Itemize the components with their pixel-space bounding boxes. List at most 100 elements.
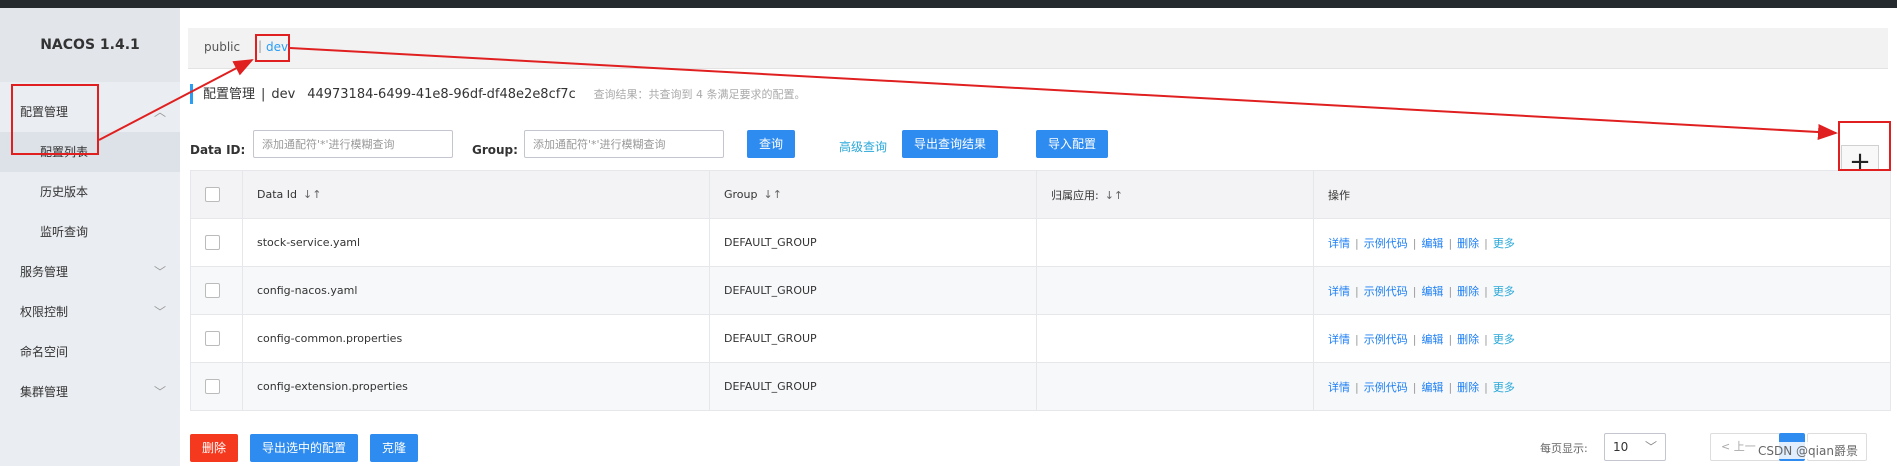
more-link[interactable]: 更多 bbox=[1493, 333, 1515, 346]
page-title-main: 配置管理 bbox=[203, 87, 256, 102]
row-select-cell bbox=[190, 314, 243, 363]
table-row: config-common.properties DEFAULT_GROUP 详… bbox=[190, 314, 1891, 363]
query-button[interactable]: 查询 bbox=[747, 130, 796, 158]
sidebar-group-service[interactable]: 服务管理 ﹀ bbox=[0, 252, 180, 292]
page-title: 配置管理 | dev 44973184-6499-41e8-96df-df48e2e… bbox=[190, 84, 806, 104]
delete-link[interactable]: 删除 bbox=[1457, 285, 1479, 298]
sidebar-item-namespace[interactable]: 命名空间 bbox=[0, 332, 180, 372]
sidebar-group-label: 权限控制 bbox=[20, 305, 69, 319]
row-checkbox[interactable] bbox=[205, 379, 220, 394]
page-title-namespace: dev bbox=[271, 87, 296, 102]
sidebar-group-cluster[interactable]: 集群管理 ﹀ bbox=[0, 372, 180, 412]
cell-app bbox=[1036, 314, 1314, 363]
sidebar-group-config[interactable]: 配置管理 ︿ bbox=[0, 92, 180, 132]
detail-link[interactable]: 详情 bbox=[1328, 381, 1350, 394]
cell-data-id: config-extension.properties bbox=[242, 362, 710, 411]
action-separator: | bbox=[1448, 284, 1453, 298]
sidebar-group-label: 服务管理 bbox=[20, 265, 69, 279]
action-separator: | bbox=[1448, 380, 1453, 394]
sample-code-link[interactable]: 示例代码 bbox=[1364, 237, 1408, 250]
table-row: config-extension.properties DEFAULT_GROU… bbox=[190, 362, 1891, 411]
table-row: config-nacos.yaml DEFAULT_GROUP 详情 | 示例代码 |… bbox=[190, 266, 1891, 315]
more-link[interactable]: 更多 bbox=[1493, 285, 1515, 298]
sidebar-group-auth[interactable]: 权限控制 ﹀ bbox=[0, 292, 180, 332]
namespace-bar: public | dev bbox=[188, 28, 1888, 69]
cell-app bbox=[1036, 266, 1314, 315]
row-checkbox[interactable] bbox=[205, 283, 220, 298]
sidebar: NACOS 1.4.1 配置管理 ︿ 配置列表 历史版本 监听查询 服务管理 ﹀… bbox=[0, 8, 180, 466]
row-select-cell bbox=[190, 218, 243, 267]
chevron-down-icon: ﹀ bbox=[1644, 440, 1657, 454]
cell-actions: 详情 | 示例代码 | 编辑 | 删除 | 更多 bbox=[1313, 362, 1891, 411]
namespace-dev[interactable]: dev bbox=[266, 40, 288, 54]
action-separator: | bbox=[1484, 284, 1488, 298]
row-checkbox[interactable] bbox=[205, 235, 220, 250]
delete-link[interactable]: 删除 bbox=[1457, 381, 1479, 394]
delete-link[interactable]: 删除 bbox=[1457, 237, 1479, 250]
edit-link[interactable]: 编辑 bbox=[1421, 285, 1443, 298]
sidebar-item-label: 历史版本 bbox=[40, 185, 89, 199]
watermark: CSDN @qian爵景 bbox=[1758, 442, 1858, 459]
sidebar-item-listener[interactable]: 监听查询 bbox=[0, 212, 180, 252]
cell-data-id: config-nacos.yaml bbox=[242, 266, 710, 315]
sample-code-link[interactable]: 示例代码 bbox=[1364, 381, 1408, 394]
advanced-query-link[interactable]: 高级查询 bbox=[839, 138, 887, 155]
edit-link[interactable]: 编辑 bbox=[1421, 381, 1443, 394]
sort-icon[interactable]: ↓↑ bbox=[1105, 189, 1123, 202]
row-checkbox[interactable] bbox=[205, 331, 220, 346]
cell-app bbox=[1036, 362, 1314, 411]
group-input[interactable] bbox=[524, 130, 724, 158]
sort-icon[interactable]: ↓↑ bbox=[764, 188, 782, 201]
column-header-app[interactable]: 归属应用: ↓↑ bbox=[1036, 170, 1314, 219]
detail-link[interactable]: 详情 bbox=[1328, 333, 1350, 346]
export-selected-button[interactable]: 导出选中的配置 bbox=[250, 434, 359, 462]
more-link[interactable]: 更多 bbox=[1493, 237, 1515, 250]
cell-data-id: stock-service.yaml bbox=[242, 218, 710, 267]
import-config-button[interactable]: 导入配置 bbox=[1036, 130, 1109, 158]
action-separator: | bbox=[1484, 380, 1488, 394]
query-result-text: 查询结果：共查询到 4 条满足要求的配置。 bbox=[593, 88, 806, 101]
config-table: Data Id ↓↑ Group ↓↑ 归属应用: ↓↑ 操作 stock-servi… bbox=[190, 170, 1891, 411]
top-bar bbox=[0, 0, 1897, 8]
column-label: Group bbox=[724, 188, 758, 201]
clone-button[interactable]: 克隆 bbox=[370, 434, 419, 462]
sidebar-item-label: 监听查询 bbox=[40, 225, 89, 239]
detail-link[interactable]: 详情 bbox=[1328, 285, 1350, 298]
column-label: 归属应用: bbox=[1051, 188, 1099, 202]
export-results-button[interactable]: 导出查询结果 bbox=[902, 130, 999, 158]
edit-link[interactable]: 编辑 bbox=[1421, 333, 1443, 346]
prev-page-label: < 上一 bbox=[1721, 440, 1756, 453]
data-id-input[interactable] bbox=[253, 130, 453, 158]
action-separator: | bbox=[1412, 236, 1417, 250]
select-all-cell bbox=[190, 170, 243, 219]
column-label: Data Id bbox=[257, 188, 297, 201]
sample-code-link[interactable]: 示例代码 bbox=[1364, 333, 1408, 346]
select-all-checkbox[interactable] bbox=[205, 187, 220, 202]
column-header-data-id[interactable]: Data Id ↓↑ bbox=[242, 170, 710, 219]
main-content: public | dev 配置管理 | dev 44973184-6499-41e8… bbox=[180, 8, 1897, 466]
namespace-separator: | bbox=[258, 39, 263, 53]
sidebar-group-label: 命名空间 bbox=[20, 345, 69, 359]
sidebar-item-history[interactable]: 历史版本 bbox=[0, 172, 180, 212]
sidebar-item-config-list[interactable]: 配置列表 bbox=[0, 132, 180, 172]
cell-actions: 详情 | 示例代码 | 编辑 | 删除 | 更多 bbox=[1313, 314, 1891, 363]
sort-icon[interactable]: ↓↑ bbox=[303, 188, 321, 201]
page-size-label: 每页显示: bbox=[1540, 442, 1588, 455]
detail-link[interactable]: 详情 bbox=[1328, 237, 1350, 250]
page-size-select[interactable]: 10 ﹀ bbox=[1604, 433, 1666, 461]
cell-group: DEFAULT_GROUP bbox=[709, 218, 1037, 267]
sidebar-group-label: 配置管理 bbox=[20, 105, 69, 119]
table-row: stock-service.yaml DEFAULT_GROUP 详情 | 示例代码… bbox=[190, 218, 1891, 267]
more-link[interactable]: 更多 bbox=[1493, 381, 1515, 394]
cell-actions: 详情 | 示例代码 | 编辑 | 删除 | 更多 bbox=[1313, 266, 1891, 315]
action-separator: | bbox=[1484, 332, 1488, 346]
table-header-row: Data Id ↓↑ Group ↓↑ 归属应用: ↓↑ 操作 bbox=[190, 170, 1891, 219]
sample-code-link[interactable]: 示例代码 bbox=[1364, 285, 1408, 298]
edit-link[interactable]: 编辑 bbox=[1421, 237, 1443, 250]
delete-selected-button[interactable]: 删除 bbox=[190, 434, 239, 462]
data-id-label: Data ID: bbox=[190, 143, 246, 157]
namespace-public[interactable]: public bbox=[204, 40, 240, 54]
chevron-down-icon: ﹀ bbox=[153, 265, 166, 279]
delete-link[interactable]: 删除 bbox=[1457, 333, 1479, 346]
column-header-group[interactable]: Group ↓↑ bbox=[709, 170, 1037, 219]
